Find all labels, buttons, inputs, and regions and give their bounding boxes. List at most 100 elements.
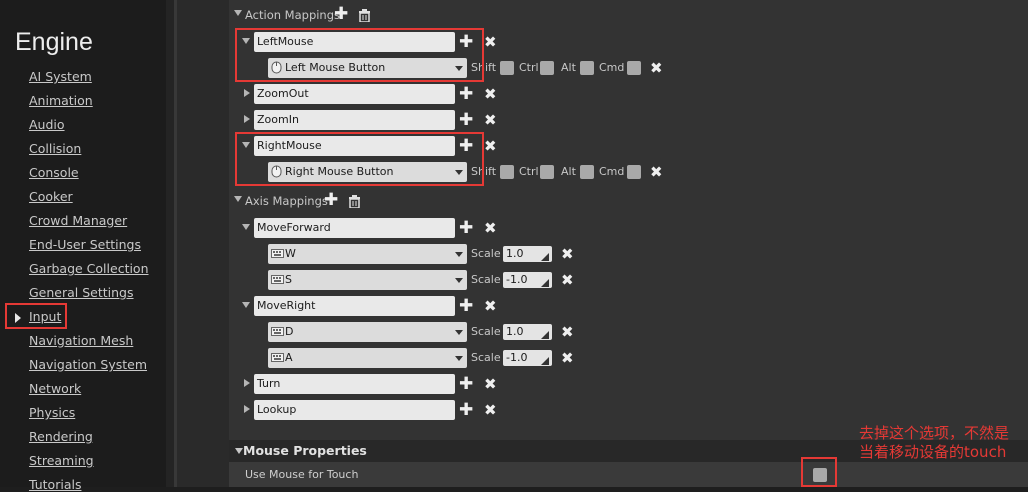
remove-action-key-button[interactable]: ✖ xyxy=(650,164,663,180)
scale-value: 1.0 xyxy=(506,325,524,338)
add-axis-key-button[interactable]: ✚ xyxy=(459,298,473,315)
action-name-field[interactable]: ZoomOut xyxy=(254,84,455,104)
sidebar-item-rendering[interactable]: Rendering xyxy=(29,429,93,444)
remove-axis-key-button[interactable]: ✖ xyxy=(561,324,574,340)
sidebar-item-end-user-settings[interactable]: End-User Settings xyxy=(29,237,141,252)
axis-key-select[interactable]: D xyxy=(268,322,467,342)
keyboard-icon xyxy=(271,247,284,260)
scale-label: Scale xyxy=(471,351,501,364)
remove-axis-button[interactable]: ✖ xyxy=(484,220,497,236)
sidebar-item-garbage-collection[interactable]: Garbage Collection xyxy=(29,261,149,276)
scale-input[interactable]: 1.0 xyxy=(503,246,552,262)
sidebar-item-navigation-mesh[interactable]: Navigation Mesh xyxy=(29,333,133,348)
sidebar-item-cooker[interactable]: Cooker xyxy=(29,189,73,204)
annotation-line-1: 去掉这个选项，不然是 xyxy=(859,424,1010,442)
sidebar-item-crowd-manager[interactable]: Crowd Manager xyxy=(29,213,127,228)
axis-key-label: D xyxy=(285,325,294,338)
sidebar-item-navigation-system[interactable]: Navigation System xyxy=(29,357,147,372)
axis-name-field[interactable]: MoveRight xyxy=(254,296,455,316)
delete-all-axes-icon[interactable] xyxy=(348,193,361,212)
sidebar-splitter[interactable] xyxy=(166,0,174,487)
sidebar-item-audio[interactable]: Audio xyxy=(29,117,65,132)
sidebar-item-tutorials[interactable]: Tutorials xyxy=(29,477,81,492)
remove-axis-key-button[interactable]: ✖ xyxy=(561,246,574,262)
collapse-arrow-icon[interactable] xyxy=(234,196,242,202)
expand-arrow-icon[interactable] xyxy=(244,405,250,413)
sidebar-item-animation[interactable]: Animation xyxy=(29,93,93,108)
modifier-ctrl-label: Ctrl xyxy=(519,165,539,178)
remove-action-button[interactable]: ✖ xyxy=(484,138,497,154)
expand-arrow-icon[interactable] xyxy=(242,302,250,308)
drag-spinner-icon xyxy=(541,328,549,339)
remove-action-button[interactable]: ✖ xyxy=(484,112,497,128)
settings-sidebar: Engine AI System Animation Audio Collision C… xyxy=(0,0,166,492)
modifier-ctrl-checkbox[interactable] xyxy=(540,165,554,179)
modifier-alt-checkbox[interactable] xyxy=(580,61,594,75)
remove-action-button[interactable]: ✖ xyxy=(484,86,497,102)
action-mappings-label: Action Mappings xyxy=(245,8,341,22)
modifier-alt-label: Alt xyxy=(561,165,576,178)
expand-arrow-icon[interactable] xyxy=(244,89,250,97)
expand-arrow-icon[interactable] xyxy=(242,224,250,230)
modifier-shift-checkbox[interactable] xyxy=(500,61,514,75)
add-axis-mapping-button[interactable]: ✚ xyxy=(324,192,338,209)
highlight-box xyxy=(235,28,484,82)
axis-name-field[interactable]: Lookup xyxy=(254,400,455,420)
scale-input[interactable]: -1.0 xyxy=(503,350,552,366)
delete-all-actions-icon[interactable] xyxy=(358,7,371,26)
modifier-alt-label: Alt xyxy=(561,61,576,74)
sidebar-item-collision[interactable]: Collision xyxy=(29,141,81,156)
keyboard-icon xyxy=(271,273,284,286)
drag-spinner-icon xyxy=(541,276,549,287)
add-action-mapping-button[interactable]: ✚ xyxy=(334,6,348,23)
axis-name-field[interactable]: MoveForward xyxy=(254,218,455,238)
expand-arrow-icon[interactable] xyxy=(244,115,250,123)
remove-axis-button[interactable]: ✖ xyxy=(484,376,497,392)
panel-gutter xyxy=(177,0,229,487)
sidebar-item-physics[interactable]: Physics xyxy=(29,405,75,420)
modifier-alt-checkbox[interactable] xyxy=(580,165,594,179)
axis-key-label: A xyxy=(285,351,293,364)
sidebar-item-ai-system[interactable]: AI System xyxy=(29,69,92,84)
remove-axis-key-button[interactable]: ✖ xyxy=(561,272,574,288)
axis-key-select[interactable]: S xyxy=(268,270,467,290)
expand-arrow-icon[interactable] xyxy=(244,379,250,387)
highlight-box xyxy=(235,132,484,186)
remove-axis-button[interactable]: ✖ xyxy=(484,298,497,314)
chevron-down-icon xyxy=(455,278,463,283)
action-name-field[interactable]: ZoomIn xyxy=(254,110,455,130)
chevron-down-icon xyxy=(455,330,463,335)
remove-action-button[interactable]: ✖ xyxy=(484,34,497,50)
remove-axis-button[interactable]: ✖ xyxy=(484,402,497,418)
drag-spinner-icon xyxy=(541,250,549,261)
add-action-key-button[interactable]: ✚ xyxy=(459,112,473,129)
scale-input[interactable]: -1.0 xyxy=(503,272,552,288)
add-axis-key-button[interactable]: ✚ xyxy=(459,220,473,237)
highlight-box xyxy=(801,457,837,487)
modifier-shift-checkbox[interactable] xyxy=(500,165,514,179)
axis-name-field[interactable]: Turn xyxy=(254,374,455,394)
modifier-cmd-checkbox[interactable] xyxy=(627,61,641,75)
remove-action-key-button[interactable]: ✖ xyxy=(650,60,663,76)
scale-label: Scale xyxy=(471,247,501,260)
axis-key-select[interactable]: A xyxy=(268,348,467,368)
sidebar-item-general-settings[interactable]: General Settings xyxy=(29,285,134,300)
annotation-note: 去掉这个选项，不然是 当着移动设备的touch xyxy=(859,424,1009,462)
keyboard-icon xyxy=(271,351,284,364)
sidebar-item-console[interactable]: Console xyxy=(29,165,79,180)
add-action-key-button[interactable]: ✚ xyxy=(459,86,473,103)
axis-key-select[interactable]: W xyxy=(268,244,467,264)
scale-input[interactable]: 1.0 xyxy=(503,324,552,340)
modifier-cmd-checkbox[interactable] xyxy=(627,165,641,179)
remove-axis-key-button[interactable]: ✖ xyxy=(561,350,574,366)
collapse-arrow-icon[interactable] xyxy=(234,10,242,16)
scale-value: 1.0 xyxy=(506,247,524,260)
modifier-cmd-label: Cmd xyxy=(599,61,625,74)
add-axis-key-button[interactable]: ✚ xyxy=(459,376,473,393)
sidebar-item-network[interactable]: Network xyxy=(29,381,81,396)
modifier-ctrl-checkbox[interactable] xyxy=(540,61,554,75)
mouse-properties-title: Mouse Properties xyxy=(243,443,367,458)
sidebar-item-streaming[interactable]: Streaming xyxy=(29,453,94,468)
add-axis-key-button[interactable]: ✚ xyxy=(459,402,473,419)
collapse-arrow-icon xyxy=(235,448,243,454)
